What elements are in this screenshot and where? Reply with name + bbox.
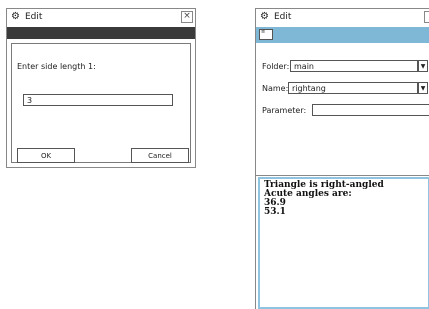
chevron-down-icon[interactable]: ▼ bbox=[418, 60, 428, 72]
divider bbox=[256, 175, 429, 176]
close-button[interactable]: × bbox=[181, 11, 193, 23]
dialog-title: Edit bbox=[25, 12, 43, 22]
side-length-input[interactable]: 3 bbox=[23, 94, 173, 106]
gear-icon: ⚙ bbox=[260, 11, 269, 22]
output-line: Acute angles are: bbox=[264, 189, 352, 199]
folder-label: Folder: bbox=[262, 62, 290, 71]
ok-button[interactable]: OK bbox=[17, 148, 75, 163]
output-line: 53.1 bbox=[264, 207, 286, 217]
output-line: 36.9 bbox=[264, 198, 286, 208]
cancel-button[interactable]: Cancel bbox=[131, 148, 189, 163]
title-bar: ⚙ Edit × bbox=[7, 9, 195, 27]
name-label: Name: bbox=[262, 84, 289, 93]
window-title: Edit bbox=[274, 12, 292, 22]
parameter-label: Parameter: bbox=[262, 106, 307, 115]
toolbar: ≡ bbox=[256, 27, 429, 43]
program-edit-window: ⚙ Edit ≡ Folder: main ▼ Name: rightang ▼… bbox=[255, 8, 429, 309]
chevron-down-icon[interactable]: ▼ bbox=[418, 82, 428, 94]
parameter-input[interactable] bbox=[312, 104, 429, 116]
folder-select[interactable]: main bbox=[290, 60, 418, 72]
gear-icon: ⚙ bbox=[11, 11, 20, 22]
title-bar: ⚙ Edit bbox=[256, 9, 429, 27]
dark-header-bar bbox=[7, 27, 195, 39]
close-button[interactable] bbox=[424, 11, 429, 23]
edit-input-dialog: ⚙ Edit × Enter side length 1: 3 OK Cance… bbox=[6, 8, 196, 168]
prompt-label: Enter side length 1: bbox=[17, 62, 96, 71]
program-editor-icon[interactable]: ≡ bbox=[259, 29, 273, 40]
name-select[interactable]: rightang bbox=[288, 82, 418, 94]
output-area: Triangle is right-angled Acute angles ar… bbox=[258, 177, 429, 309]
